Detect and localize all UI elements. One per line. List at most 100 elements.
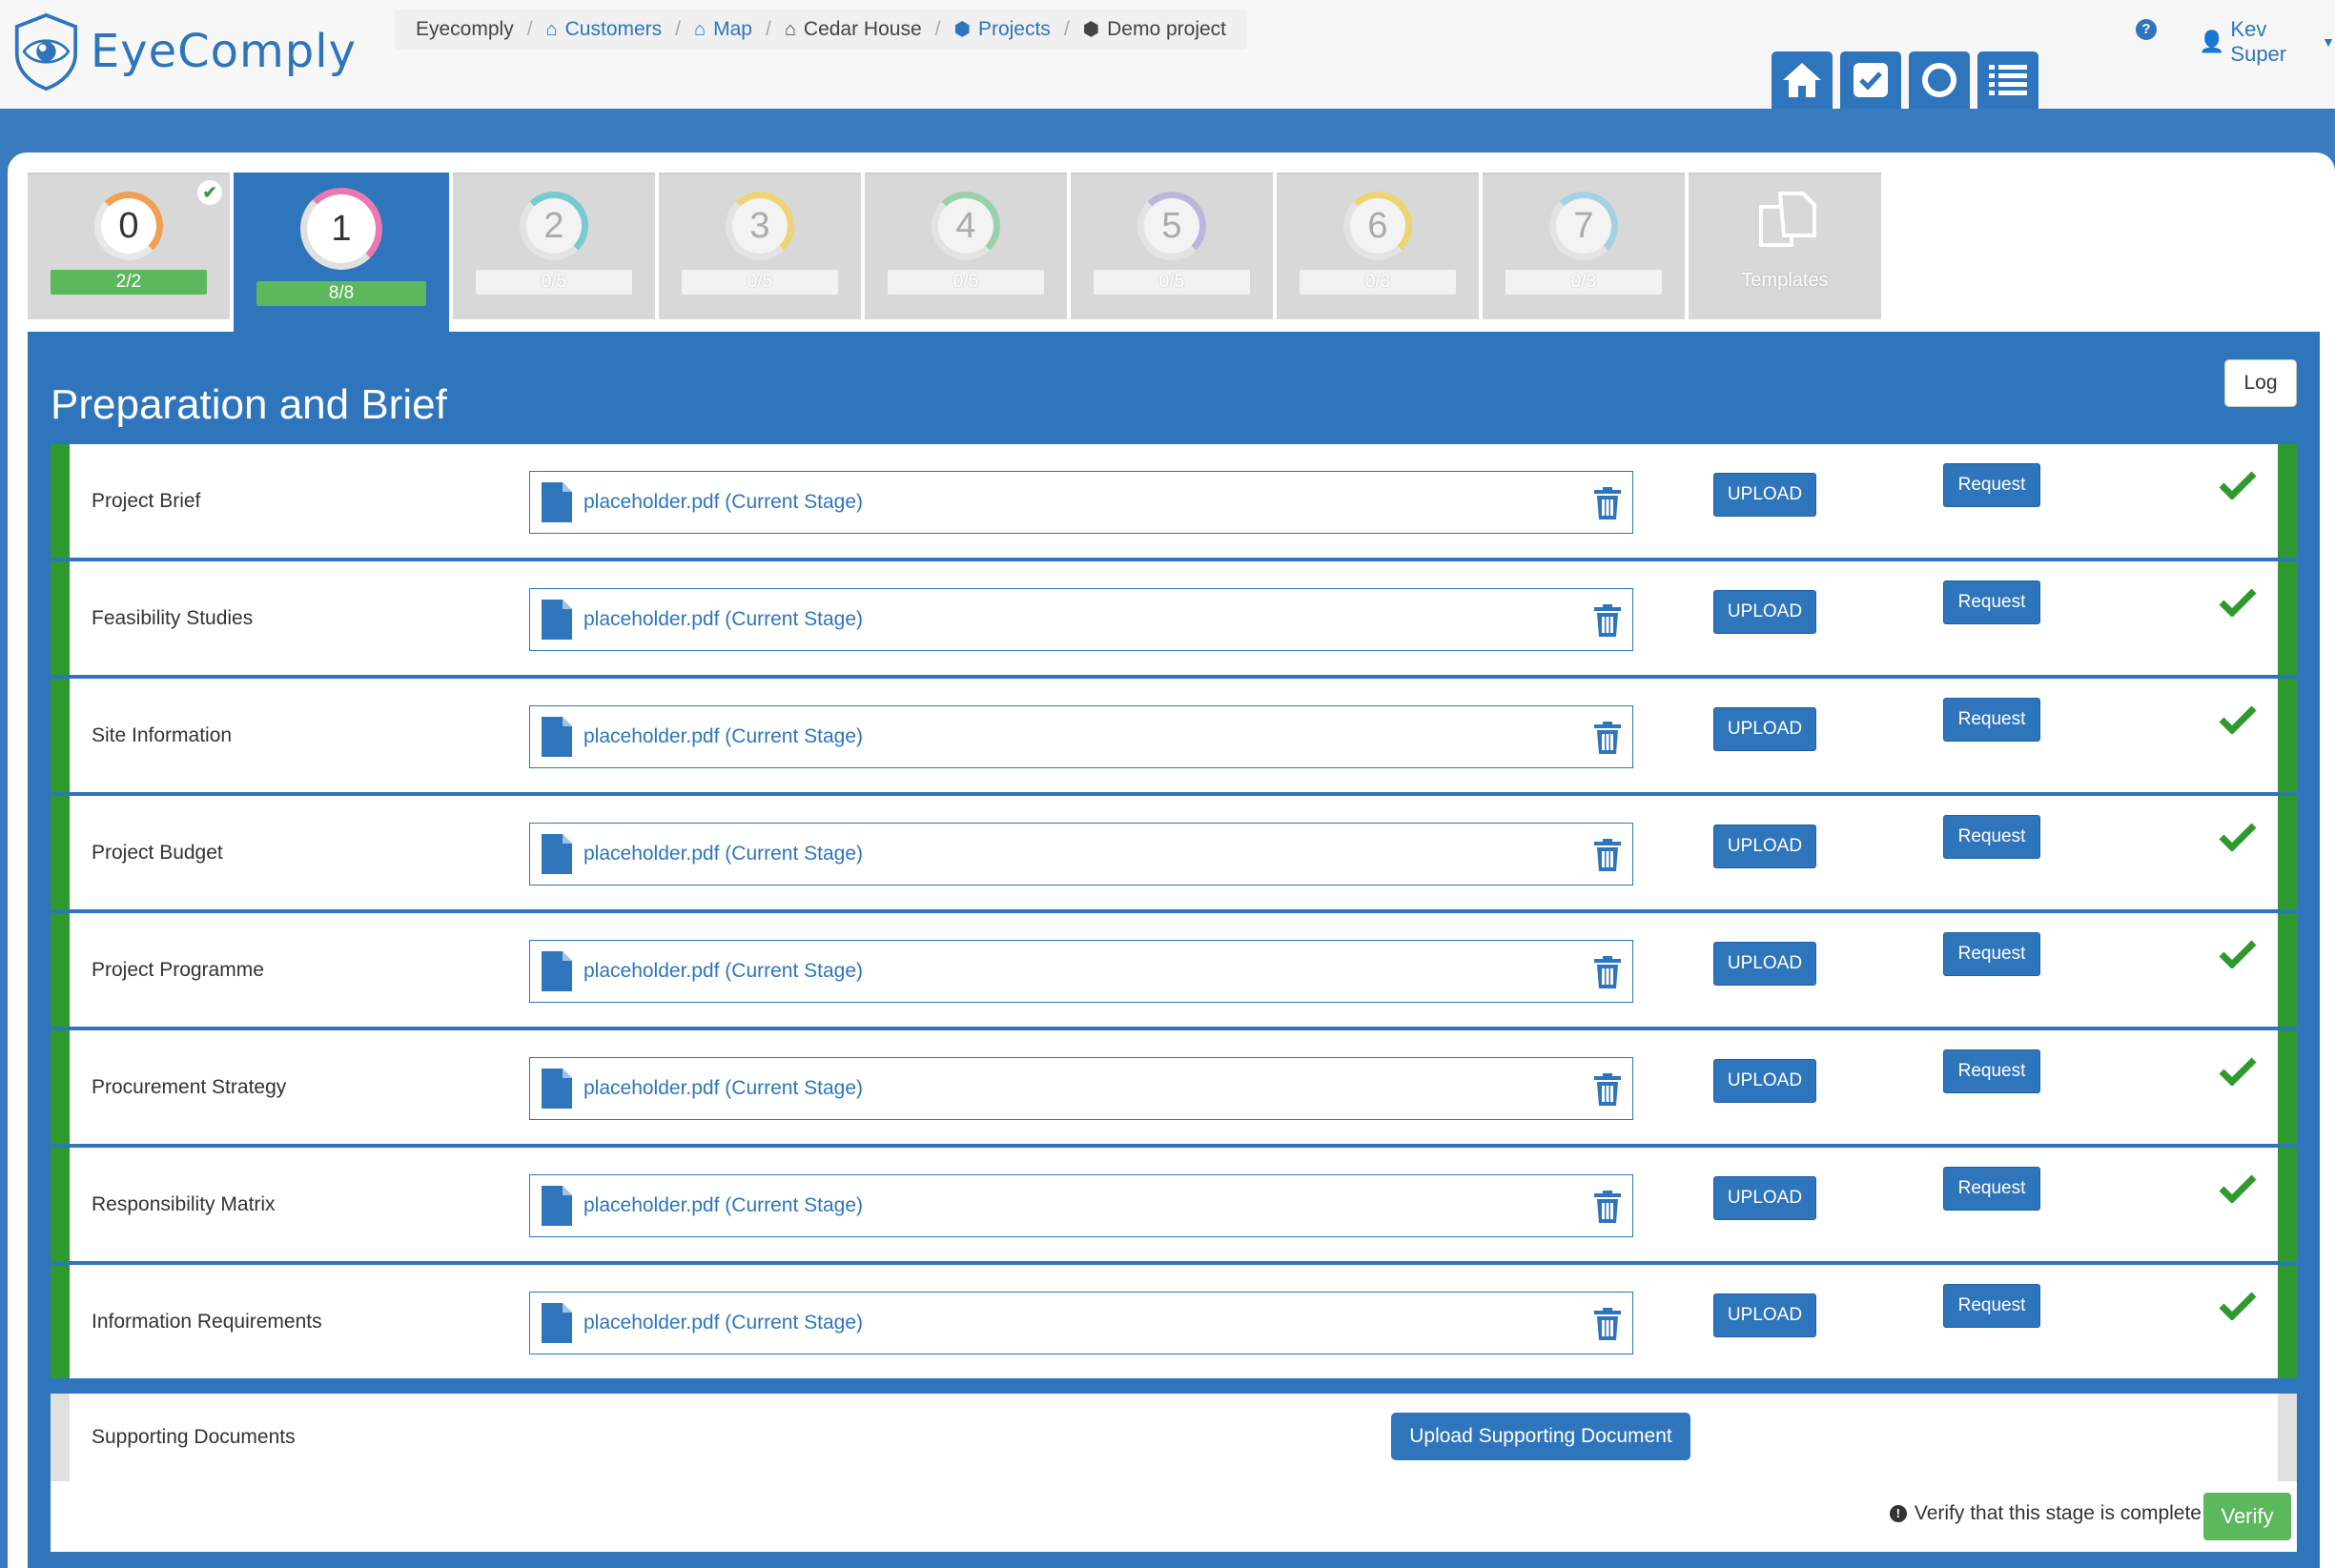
trash-icon[interactable] xyxy=(1594,839,1621,871)
upload-button[interactable]: UPLOAD xyxy=(1713,1176,1816,1220)
breadcrumb-map[interactable]: ⌂ Map xyxy=(694,18,752,41)
request-button[interactable]: Request xyxy=(1943,1167,2040,1211)
breadcrumb-eyecomply[interactable]: Eyecomply xyxy=(416,18,514,41)
document-row: Procurement Strategy placeholder.pdf (Cur… xyxy=(51,1030,2297,1144)
file-link[interactable]: placeholder.pdf (Current Stage) xyxy=(584,491,863,514)
stage-tab-6[interactable]: 6 0/3 xyxy=(1277,173,1479,319)
request-button[interactable]: Request xyxy=(1943,1284,2040,1328)
trash-icon[interactable] xyxy=(1594,1073,1621,1106)
document-row: Project Budget placeholder.pdf (Current S… xyxy=(51,796,2297,909)
request-button[interactable]: Request xyxy=(1943,1049,2040,1093)
upload-button[interactable]: UPLOAD xyxy=(1713,1059,1816,1103)
templates-tab[interactable]: Templates xyxy=(1689,173,1881,319)
breadcrumb-projects[interactable]: ⬢ Projects xyxy=(953,18,1050,41)
trash-icon[interactable] xyxy=(1594,722,1621,754)
nav-list-button[interactable] xyxy=(1977,51,2038,109)
stage-progress-bar: 8/8 xyxy=(256,281,426,306)
document-row: Project Brief placeholder.pdf (Current St… xyxy=(51,444,2297,558)
trash-icon[interactable] xyxy=(1594,1308,1621,1340)
file-link[interactable]: placeholder.pdf (Current Stage) xyxy=(584,843,863,865)
home-icon xyxy=(1783,63,1821,97)
trash-icon[interactable] xyxy=(1594,604,1621,637)
document-label: Project Budget xyxy=(92,841,223,864)
document-label: Site Information xyxy=(92,723,233,746)
stage-tab-5[interactable]: 5 0/5 xyxy=(1071,173,1273,319)
status-check xyxy=(2219,1290,2257,1325)
file-icon xyxy=(542,717,572,757)
trash-icon[interactable] xyxy=(1594,1191,1621,1223)
upload-button[interactable]: UPLOAD xyxy=(1713,942,1816,986)
file-entry: placeholder.pdf (Current Stage) xyxy=(529,705,1633,768)
document-row: Feasibility Studies placeholder.pdf (Curr… xyxy=(51,561,2297,675)
stage-dial: 1 xyxy=(300,188,382,270)
document-label: Information Requirements xyxy=(92,1310,322,1333)
request-button[interactable]: Request xyxy=(1943,932,2040,976)
document-label: Feasibility Studies xyxy=(92,606,254,629)
stage-tab-4[interactable]: 4 0/5 xyxy=(865,173,1067,319)
stage-progress-bar: 0/5 xyxy=(682,270,838,295)
templates-label: Templates xyxy=(1741,270,1829,291)
stage-progress-bar: 0/5 xyxy=(888,270,1044,295)
upload-button[interactable]: UPLOAD xyxy=(1713,1293,1816,1337)
upload-supporting-document-button[interactable]: Upload Supporting Document xyxy=(1391,1413,1690,1460)
file-entry: placeholder.pdf (Current Stage) xyxy=(529,471,1633,534)
check-icon xyxy=(2219,1174,2257,1204)
log-button[interactable]: Log xyxy=(2224,359,2297,407)
status-check xyxy=(2219,1055,2257,1090)
check-square-icon xyxy=(1854,63,1888,97)
request-button[interactable]: Request xyxy=(1943,580,2040,624)
caret-down-icon: ▼ xyxy=(2322,34,2335,50)
app-logo[interactable]: EyeComply xyxy=(13,8,357,95)
request-button[interactable]: Request xyxy=(1943,815,2040,859)
home-icon: ⌂ xyxy=(545,19,558,40)
user-menu[interactable]: 👤 Kev Super ▼ xyxy=(2199,17,2335,67)
upload-button[interactable]: UPLOAD xyxy=(1713,590,1816,634)
check-icon xyxy=(2219,823,2257,852)
stage-progress-bar: 2/2 xyxy=(51,270,207,295)
file-entry: placeholder.pdf (Current Stage) xyxy=(529,823,1633,886)
eye-logo-icon xyxy=(14,12,78,92)
breadcrumb-customers[interactable]: ⌂ Customers xyxy=(546,18,663,41)
request-button[interactable]: Request xyxy=(1943,463,2040,507)
file-link[interactable]: placeholder.pdf (Current Stage) xyxy=(584,1312,863,1334)
nav-home-button[interactable] xyxy=(1772,51,1833,109)
verify-button[interactable]: Verify xyxy=(2203,1493,2291,1540)
nav-status-button[interactable] xyxy=(1909,51,1970,109)
trash-icon[interactable] xyxy=(1594,487,1621,519)
file-link[interactable]: placeholder.pdf (Current Stage) xyxy=(584,608,863,631)
supporting-documents-row: Supporting Documents Upload Supporting D… xyxy=(51,1394,2297,1481)
file-link[interactable]: placeholder.pdf (Current Stage) xyxy=(584,960,863,983)
file-link[interactable]: placeholder.pdf (Current Stage) xyxy=(584,1077,863,1100)
upload-button[interactable]: UPLOAD xyxy=(1713,707,1816,751)
stage-dial: 0 xyxy=(94,192,163,260)
help-icon[interactable]: ? xyxy=(2136,19,2157,40)
logo-text: EyeComply xyxy=(90,25,357,78)
stage-tab-0[interactable]: 0 2/2 ✔ xyxy=(28,173,230,319)
status-check xyxy=(2219,469,2257,504)
trash-icon[interactable] xyxy=(1594,956,1621,988)
status-check xyxy=(2219,1172,2257,1208)
stage-tab-3[interactable]: 3 0/5 xyxy=(659,173,861,319)
status-check xyxy=(2219,586,2257,621)
stage-tab-1[interactable]: 1 8/8 xyxy=(234,173,449,333)
file-icon xyxy=(542,1069,572,1109)
file-icon xyxy=(542,1303,572,1343)
file-link[interactable]: placeholder.pdf (Current Stage) xyxy=(584,725,863,748)
cubes-icon: ⬢ xyxy=(1082,19,1100,40)
stage-tabs: 0 2/2 ✔ 1 8/8 2 0/5 3 0/5 4 0/5 5 0/5 6 0/3 7 0/3 Templat… xyxy=(28,173,1885,333)
file-link[interactable]: placeholder.pdf (Current Stage) xyxy=(584,1194,863,1217)
home-icon: ⌂ xyxy=(784,19,796,40)
breadcrumb-cedar-house[interactable]: ⌂ Cedar House xyxy=(785,18,922,41)
file-icon xyxy=(542,482,572,522)
check-icon xyxy=(2219,940,2257,969)
stage-dial: 5 xyxy=(1137,192,1206,260)
upload-button[interactable]: UPLOAD xyxy=(1713,473,1816,517)
file-icon xyxy=(542,1186,572,1226)
stage-tab-7[interactable]: 7 0/3 xyxy=(1483,173,1685,319)
document-label: Responsibility Matrix xyxy=(92,1192,276,1215)
stage-tab-2[interactable]: 2 0/5 xyxy=(453,173,655,319)
upload-button[interactable]: UPLOAD xyxy=(1713,825,1816,868)
nav-tasks-button[interactable] xyxy=(1840,51,1901,109)
request-button[interactable]: Request xyxy=(1943,698,2040,742)
nav-buttons xyxy=(1772,51,2038,109)
